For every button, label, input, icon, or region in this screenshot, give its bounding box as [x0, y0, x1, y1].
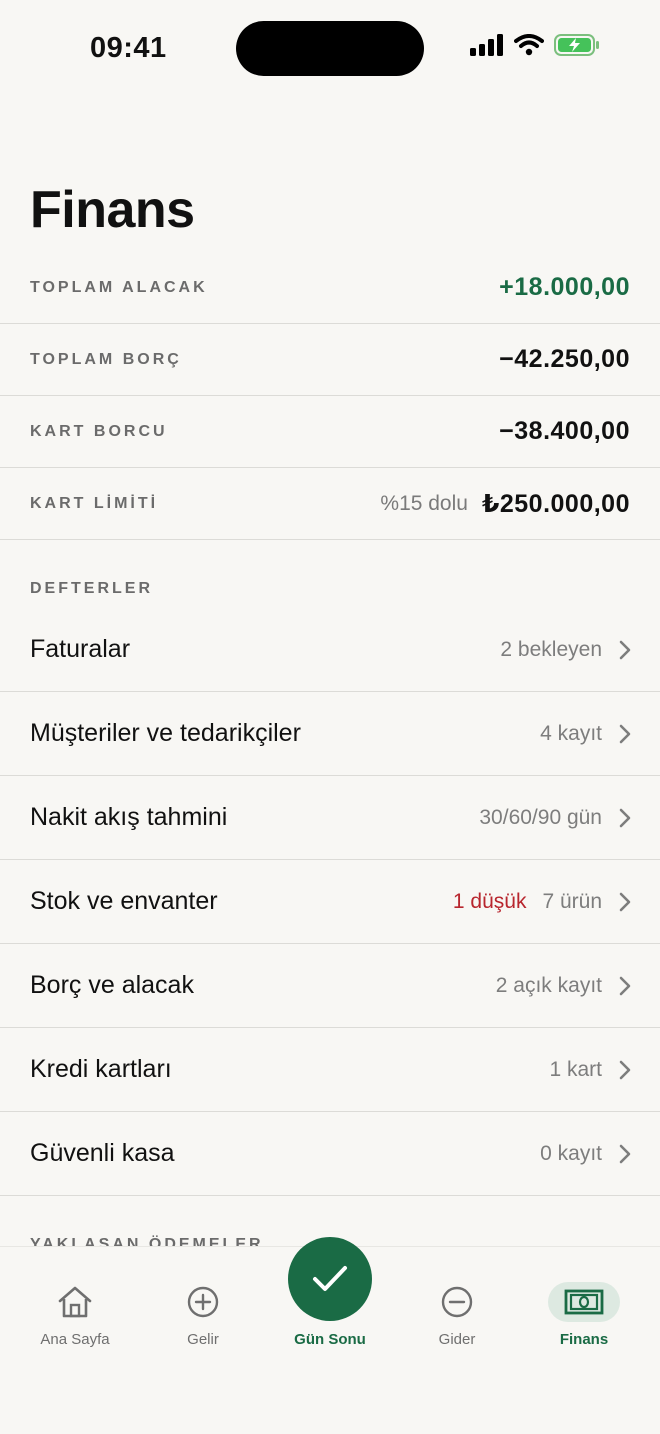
ledger-item-safe-vault[interactable]: Güvenli kasa 0 kayıt: [0, 1112, 660, 1196]
ledger-title: Stok ve envanter: [30, 887, 218, 915]
chevron-right-icon: [619, 1144, 631, 1163]
page-title: Finans: [30, 181, 195, 239]
summary-row-card-limit: KART LİMİTİ %15 dolu ₺250.000,00: [0, 468, 660, 540]
status-time: 09:41: [90, 32, 167, 64]
ledger-item-invoices[interactable]: Faturalar 2 bekleyen: [0, 608, 660, 692]
ledger-meta: 2 açık kayıt: [495, 973, 602, 997]
summary-row-total-receivable: TOPLAM ALACAK +18.000,00: [0, 252, 660, 324]
dynamic-island: [236, 21, 424, 76]
summary-value: −42.250,00: [499, 345, 630, 373]
low-stock-badge: 1 düşük: [452, 889, 527, 913]
ledger-title: Nakit akış tahmini: [30, 803, 228, 831]
summary-row-card-debt: KART BORCU −38.400,00: [0, 396, 660, 468]
tab-bar: Ana Sayfa Gelir Gün Sonu Gider Finans: [0, 1237, 660, 1434]
tab-income[interactable]: Gelir: [138, 1281, 268, 1348]
summary-label: KART LİMİTİ: [30, 494, 159, 512]
chevron-right-icon: [619, 808, 631, 827]
chevron-right-icon: [619, 640, 631, 659]
banknote-icon: [564, 1289, 604, 1315]
ledger-item-debt-receivable[interactable]: Borç ve alacak 2 açık kayıt: [0, 944, 660, 1028]
limit-usage-note: %15 dolu: [380, 491, 468, 515]
ledger-title: Borç ve alacak: [30, 971, 194, 999]
ledger-meta: 1 kart: [549, 1057, 602, 1081]
status-icons: [470, 34, 600, 56]
chevron-right-icon: [619, 892, 631, 911]
status-bar: 09:41: [0, 0, 660, 100]
ledger-list: Faturalar 2 bekleyen Müşteriler ve tedar…: [0, 608, 660, 1196]
summary-label: TOPLAM ALACAK: [30, 278, 208, 296]
ledger-title: Müşteriler ve tedarikçiler: [30, 719, 301, 747]
tab-label: Gider: [438, 1331, 476, 1348]
ledger-title: Güvenli kasa: [30, 1139, 175, 1167]
section-label-ledgers: DEFTERLER: [30, 580, 153, 597]
ledger-meta: 0 kayıt: [540, 1141, 602, 1165]
chevron-right-icon: [619, 724, 631, 743]
tab-label: Ana Sayfa: [40, 1331, 110, 1348]
chevron-right-icon: [619, 1060, 631, 1079]
chevron-right-icon: [619, 976, 631, 995]
summary-value: +18.000,00: [499, 273, 630, 301]
plus-circle-icon: [187, 1286, 219, 1318]
tab-finance[interactable]: Finans: [519, 1281, 649, 1348]
wifi-icon: [514, 34, 544, 56]
ledger-title: Faturalar: [30, 635, 131, 663]
ledger-meta: 7 ürün: [542, 889, 602, 913]
tab-label: Finans: [559, 1331, 609, 1348]
battery-icon: [554, 34, 599, 56]
summary-label: KART BORCU: [30, 422, 168, 440]
summary-label: TOPLAM BORÇ: [30, 350, 182, 368]
summary-row-total-debt: TOPLAM BORÇ −42.250,00: [0, 324, 660, 396]
finance-summary: TOPLAM ALACAK +18.000,00 TOPLAM BORÇ −42…: [0, 252, 660, 540]
ledger-title: Kredi kartları: [30, 1055, 172, 1083]
day-end-button[interactable]: [288, 1237, 372, 1321]
ledger-item-contacts[interactable]: Müşteriler ve tedarikçiler 4 kayıt: [0, 692, 660, 776]
home-icon: [58, 1286, 92, 1318]
signal-icon: [470, 34, 503, 56]
tab-label: Gelir: [187, 1331, 219, 1348]
day-end-label: Gün Sonu: [294, 1331, 366, 1348]
ledger-item-cashflow[interactable]: Nakit akış tahmini 30/60/90 gün: [0, 776, 660, 860]
ledger-item-inventory[interactable]: Stok ve envanter 1 düşük 7 ürün: [0, 860, 660, 944]
ledger-meta: 30/60/90 gün: [479, 805, 602, 829]
ledger-meta: 4 kayıt: [540, 721, 602, 745]
ledger-meta: 2 bekleyen: [500, 637, 602, 661]
active-tab-indicator: [548, 1282, 620, 1322]
summary-value: ₺250.000,00: [481, 489, 630, 518]
minus-circle-icon: [441, 1286, 473, 1318]
check-icon: [313, 1266, 347, 1291]
summary-value: −38.400,00: [499, 417, 630, 445]
tab-expense[interactable]: Gider: [392, 1281, 522, 1348]
tab-home[interactable]: Ana Sayfa: [10, 1281, 140, 1348]
ledger-item-credit-cards[interactable]: Kredi kartları 1 kart: [0, 1028, 660, 1112]
